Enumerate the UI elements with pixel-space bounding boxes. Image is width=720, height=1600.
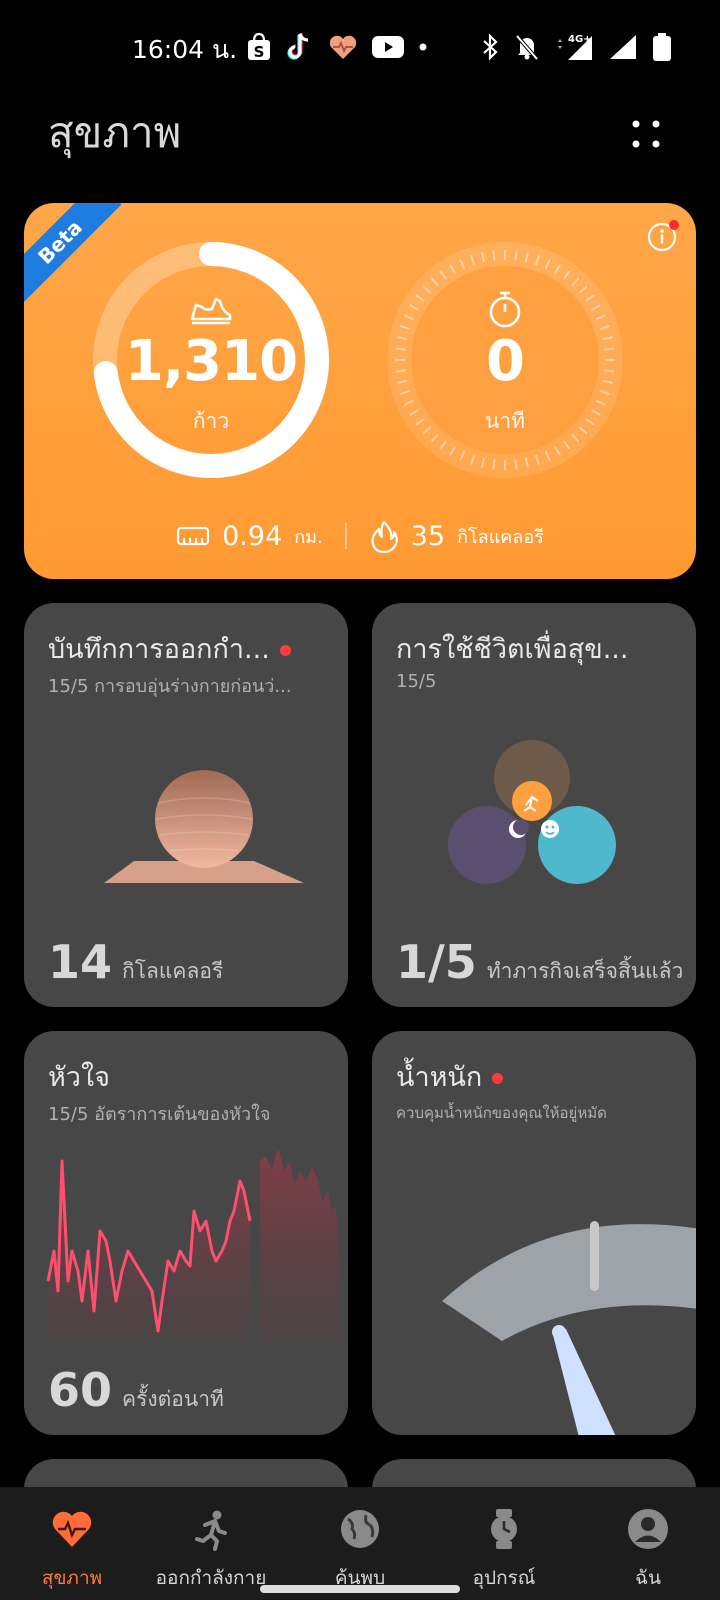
bluetooth-icon bbox=[480, 33, 500, 61]
stopwatch-icon bbox=[482, 289, 528, 329]
heart-rate-graph bbox=[46, 1151, 340, 1341]
card-subtitle: ควบคุมน้ำหนักของคุณให้อยู่หมัด bbox=[396, 1104, 607, 1122]
dial-tick bbox=[492, 250, 496, 261]
health-heart-icon bbox=[328, 34, 358, 60]
card-metric: 1/5 ทำภารกิจเสร็จสิ้นแล้ว bbox=[396, 935, 683, 989]
tiktok-icon bbox=[286, 31, 314, 63]
distance-value: 0.94 bbox=[222, 520, 283, 552]
four-dots-icon bbox=[632, 120, 660, 148]
activity-summary: 0.94 กม. 35 กิโลแคลอรี bbox=[24, 519, 696, 553]
metric-value: 14 bbox=[48, 935, 113, 989]
shoe-icon bbox=[188, 289, 234, 329]
heart-pulse-icon bbox=[50, 1507, 94, 1551]
card-subtitle: 15/5 การอบอุ่นร่างกายก่อนว่... bbox=[48, 676, 292, 697]
dial-tick bbox=[514, 250, 518, 261]
weight-scale-gauge bbox=[442, 1221, 696, 1435]
healthy-living-card[interactable]: การใช้ชีวิตเพื่อสุข... 15/5 1/5 ทำภารกิจ… bbox=[372, 603, 696, 1007]
nav-health[interactable]: สุขภาพ bbox=[0, 1487, 144, 1600]
steps-value: 1,310 bbox=[124, 329, 298, 394]
nav-exercise[interactable]: ออกกำลังกาย bbox=[139, 1487, 283, 1600]
status-bar: 16:04 น. S 4G+ bbox=[0, 0, 720, 96]
nav-me[interactable]: ฉัน bbox=[576, 1487, 720, 1600]
nav-discover[interactable]: ค้นพบ bbox=[288, 1487, 432, 1600]
healthy-living-bubbles bbox=[448, 740, 616, 884]
profile-icon bbox=[626, 1507, 670, 1551]
metric-unit: กิโลแคลอรี bbox=[122, 959, 224, 983]
youtube-icon bbox=[372, 35, 404, 59]
card-title: การใช้ชีวิตเพื่อสุข... bbox=[396, 634, 629, 665]
active-time-ring[interactable]: 0 นาที bbox=[382, 237, 628, 483]
card-subtitle: 15/5 อัตราการเต้นของหัวใจ bbox=[48, 1104, 271, 1125]
watch-icon bbox=[482, 1507, 526, 1551]
new-indicator-dot bbox=[492, 1073, 504, 1084]
globe-icon bbox=[338, 1507, 382, 1551]
calories-unit: กิโลแคลอรี bbox=[457, 526, 544, 548]
card-subtitle: 15/5 bbox=[396, 671, 437, 692]
signal-icon bbox=[608, 33, 638, 61]
metric-unit: ทำภารกิจเสร็จสิ้นแล้ว bbox=[486, 959, 684, 983]
metric-value: 1/5 bbox=[396, 935, 477, 989]
system-icons: 4G+ bbox=[480, 30, 672, 64]
status-time: 16:04 น. bbox=[132, 35, 238, 64]
svg-text:4G+: 4G+ bbox=[568, 34, 592, 45]
home-indicator[interactable] bbox=[260, 1585, 460, 1593]
more-notifications-dot-icon bbox=[418, 42, 428, 52]
card-metric: 60 ครั้งต่อนาที bbox=[48, 1363, 224, 1417]
weight-card[interactable]: น้ำหนัก ควบคุมน้ำหนักของคุณให้อยู่หมัด bbox=[372, 1031, 696, 1435]
ruler-icon bbox=[176, 524, 210, 548]
steps-ring[interactable]: 1,310 ก้าว bbox=[88, 237, 334, 483]
card-title: หัวใจ bbox=[48, 1062, 110, 1093]
dial-tick bbox=[492, 459, 496, 470]
dial-tick bbox=[514, 459, 518, 470]
active-time-value: 0 bbox=[486, 329, 525, 394]
metric-value: 60 bbox=[48, 1363, 113, 1417]
card-title: บันทึกการออกกำ... bbox=[48, 627, 291, 670]
nav-devices[interactable]: อุปกรณ์ bbox=[432, 1487, 576, 1600]
metric-unit: ครั้งต่อนาที bbox=[122, 1387, 224, 1411]
steps-unit: ก้าว bbox=[192, 409, 230, 433]
info-icon bbox=[647, 220, 679, 252]
notification-icons: S bbox=[246, 30, 428, 64]
info-button[interactable] bbox=[646, 219, 680, 253]
nav-label: ฉัน bbox=[635, 1567, 661, 1589]
activity-rings-card[interactable]: Beta 1,310 ก้าว 0 นาที 0.94 กม. 35 กิโลแ… bbox=[24, 203, 696, 579]
mute-bell-icon bbox=[514, 33, 540, 61]
nav-label: สุขภาพ bbox=[41, 1567, 103, 1589]
card-metric: 14 กิโลแคลอรี bbox=[48, 935, 223, 989]
running-icon bbox=[189, 1507, 233, 1551]
new-indicator-dot bbox=[279, 645, 291, 656]
summary-divider bbox=[344, 523, 347, 549]
card-title: น้ำหนัก bbox=[396, 1055, 504, 1098]
bottom-navigation: สุขภาพ ออกกำลังกาย ค้นพบ อุปกรณ์ ฉัน bbox=[0, 1487, 720, 1600]
page-title: สุขภาพ bbox=[48, 108, 182, 157]
more-menu-button[interactable] bbox=[624, 112, 668, 156]
heart-rate-card[interactable]: หัวใจ 15/5 อัตราการเต้นของหัวใจ 60 ครั้ง… bbox=[24, 1031, 348, 1435]
shopee-icon: S bbox=[246, 32, 272, 62]
active-time-unit: นาที bbox=[485, 409, 525, 433]
svg-text:S: S bbox=[254, 43, 265, 61]
flame-icon bbox=[369, 519, 399, 553]
battery-icon bbox=[652, 32, 672, 62]
signal-4g-icon: 4G+ bbox=[554, 32, 594, 62]
exercise-records-card[interactable]: บันทึกการออกกำ... 15/5 การอบอุ่นร่างกายก… bbox=[24, 603, 348, 1007]
distance-unit: กม. bbox=[294, 526, 323, 548]
yoga-ball-illustration bbox=[104, 770, 304, 883]
calories-value: 35 bbox=[410, 520, 446, 552]
